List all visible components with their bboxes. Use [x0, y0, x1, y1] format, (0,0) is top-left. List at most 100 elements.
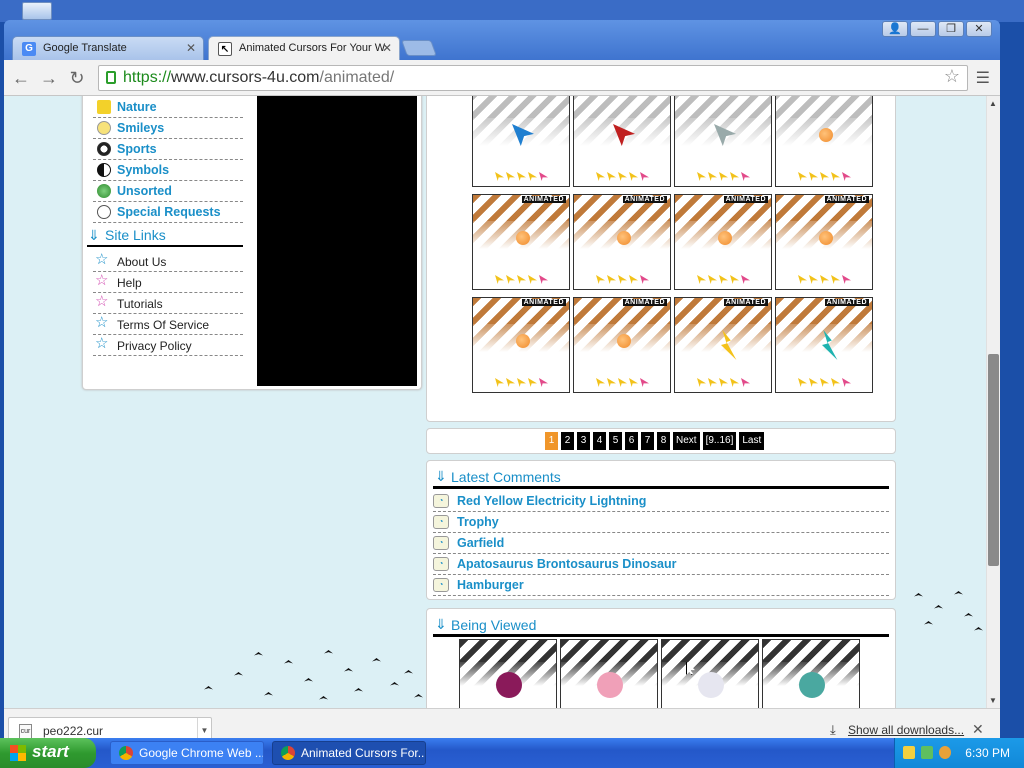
category-item-sports[interactable]: Sports	[93, 139, 243, 160]
close-window-button[interactable]: ✕	[966, 21, 992, 37]
being-viewed-thumbnail[interactable]	[459, 639, 557, 708]
cursor-thumbnail[interactable]	[573, 96, 671, 187]
scrollbar-thumb[interactable]	[988, 354, 999, 566]
new-tab-button[interactable]	[401, 40, 437, 56]
cursor-thumbnail[interactable]: ANIMATED	[775, 194, 873, 290]
url-host: www.cursors-4u.com	[171, 69, 320, 86]
rating-star-icon	[708, 378, 717, 387]
cursor-thumbnail[interactable]	[775, 96, 873, 187]
cursor-thumbnail[interactable]: ANIMATED	[775, 297, 873, 393]
rating-star-icon	[596, 378, 605, 387]
forward-button[interactable]: →	[38, 67, 60, 89]
chrome-window: G Google Translate ✕ ↖ Animated Cursors …	[4, 20, 1000, 740]
rating-star-icon	[809, 275, 818, 284]
being-viewed-thumbnail[interactable]	[661, 639, 759, 708]
download-arrow-icon: ⇓	[88, 227, 100, 243]
cursor-thumbnail[interactable]	[674, 96, 772, 187]
chevron-down-icon[interactable]: ▼	[197, 718, 211, 740]
rating-star-icon	[842, 275, 851, 284]
sidebar-box: Nature Smileys Sports Symbols Unsorted S…	[82, 96, 422, 390]
comment-title: Apatosaurus Brontosaurus Dinosaur	[457, 557, 677, 571]
next-page-link[interactable]: Next	[673, 432, 700, 450]
category-item-symbols[interactable]: Symbols	[93, 160, 243, 181]
page-link-2[interactable]: 2	[561, 432, 574, 450]
bookmark-star-icon[interactable]: ☆	[944, 66, 960, 87]
page-link-8[interactable]: 8	[657, 432, 670, 450]
scroll-down-arrow-icon[interactable]: ▼	[989, 696, 997, 705]
taskbar-item-chrome-web[interactable]: Google Chrome Web ...	[110, 741, 264, 765]
cursor-thumbnail[interactable]: ANIMATED	[674, 194, 772, 290]
search-icon[interactable]	[939, 746, 951, 759]
rating-star-icon	[506, 275, 515, 284]
site-link-terms[interactable]: ☆ Terms Of Service	[93, 314, 243, 335]
download-icon: ⤓	[830, 722, 836, 737]
minimize-button[interactable]: —	[910, 21, 936, 37]
desktop-icon[interactable]	[22, 2, 52, 20]
advertisement-area[interactable]	[257, 96, 417, 386]
download-item[interactable]: cur peo222.cur ▼	[8, 717, 212, 740]
category-label: Special Requests	[117, 205, 221, 219]
rating-star-icon	[741, 172, 750, 181]
section-title: Latest Comments	[451, 469, 561, 485]
cursor-thumbnail[interactable]: ANIMATED	[674, 297, 772, 393]
close-icon[interactable]: ✕	[382, 41, 392, 55]
shield-icon[interactable]	[903, 746, 915, 759]
rating-star-icon	[831, 172, 840, 181]
category-item-special-requests[interactable]: Special Requests	[93, 202, 243, 223]
site-link-tutorials[interactable]: ☆ Tutorials	[93, 293, 243, 314]
comment-item[interactable]: ◔ Hamburger	[433, 575, 889, 596]
page-link-5[interactable]: 5	[609, 432, 622, 450]
page-link-3[interactable]: 3	[577, 432, 590, 450]
comment-item[interactable]: ◔ Apatosaurus Brontosaurus Dinosaur	[433, 554, 889, 575]
chrome-icon	[119, 746, 133, 760]
page-link-1[interactable]: 1	[545, 432, 558, 450]
cursor-thumbnail[interactable]: ANIMATED	[573, 194, 671, 290]
yin-yang-icon	[97, 163, 111, 177]
comment-item[interactable]: ◔ Red Yellow Electricity Lightning	[433, 491, 889, 512]
cursor-thumbnail[interactable]: ANIMATED	[472, 297, 570, 393]
address-bar[interactable]: https://www.cursors-4u.com/animated/	[98, 65, 968, 91]
bird-icon	[304, 678, 313, 682]
comment-item[interactable]: ◔ Garfield	[433, 533, 889, 554]
star-icon: ☆	[95, 272, 109, 289]
rating-star-icon	[730, 378, 739, 387]
cursor-thumbnail[interactable]: ANIMATED	[472, 194, 570, 290]
taskbar-item-animated-cursors[interactable]: Animated Cursors For...	[272, 741, 426, 765]
user-icon[interactable]: 👤	[882, 21, 908, 37]
download-arrow-icon: ⇓	[435, 468, 447, 484]
page-link-4[interactable]: 4	[593, 432, 606, 450]
page-range-link[interactable]: [9..16]	[702, 432, 737, 450]
cursor-thumbnail[interactable]	[472, 96, 570, 187]
site-link-privacy[interactable]: ☆ Privacy Policy	[93, 335, 243, 356]
page-link-6[interactable]: 6	[625, 432, 638, 450]
maximize-button[interactable]: ❐	[938, 21, 964, 37]
menu-icon[interactable]: ☰	[976, 68, 990, 88]
being-viewed-thumbnail[interactable]	[560, 639, 658, 708]
being-viewed-thumbnail[interactable]	[762, 639, 860, 708]
site-link-help[interactable]: ☆ Help	[93, 272, 243, 293]
rating-star-icon	[618, 275, 627, 284]
network-icon[interactable]	[921, 746, 933, 759]
bird-icon	[954, 591, 963, 595]
cursor-thumbnail[interactable]: ANIMATED	[573, 297, 671, 393]
scroll-up-arrow-icon[interactable]: ▲	[989, 99, 997, 108]
reload-button[interactable]: ↻	[66, 67, 88, 89]
comment-item[interactable]: ◔ Trophy	[433, 512, 889, 533]
comment-avatar-icon: ◔	[433, 557, 449, 571]
tab-google-translate[interactable]: G Google Translate ✕	[12, 36, 204, 60]
last-page-link[interactable]: Last	[739, 432, 765, 450]
category-item-nature[interactable]: Nature	[93, 97, 243, 118]
category-item-unsorted[interactable]: Unsorted	[93, 181, 243, 202]
back-button[interactable]: ←	[10, 67, 32, 89]
start-button[interactable]: start	[0, 738, 96, 768]
close-icon[interactable]: ✕	[972, 721, 984, 738]
bird-icon	[254, 652, 263, 656]
page-scrollbar[interactable]: ▲ ▼	[986, 96, 1000, 708]
page-link-7[interactable]: 7	[641, 432, 654, 450]
site-link-about-us[interactable]: ☆ About Us	[93, 251, 243, 272]
show-all-downloads-link[interactable]: ⤓ Show all downloads...	[830, 722, 964, 737]
tab-animated-cursors[interactable]: ↖ Animated Cursors For Your W ✕	[208, 36, 400, 60]
close-icon[interactable]: ✕	[186, 41, 196, 55]
rating-star-icon	[820, 378, 829, 387]
category-item-smileys[interactable]: Smileys	[93, 118, 243, 139]
